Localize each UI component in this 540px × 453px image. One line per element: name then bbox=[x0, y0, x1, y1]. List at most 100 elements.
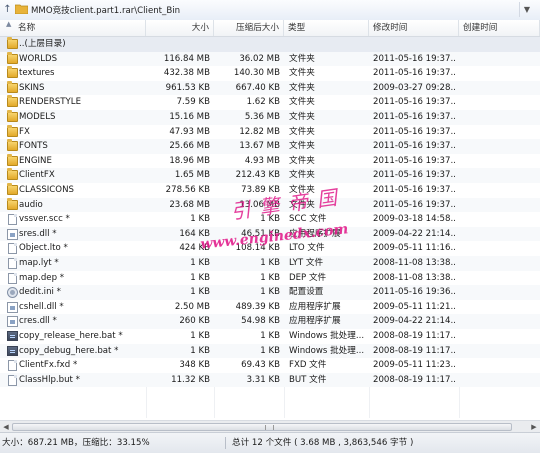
sort-up-icon: ▲ bbox=[6, 20, 12, 28]
file-name: ClientFx.fxd * bbox=[19, 360, 78, 371]
column-name[interactable]: 名称 bbox=[14, 20, 146, 36]
file-name: cres.dll * bbox=[19, 316, 57, 327]
folder-icon bbox=[7, 124, 18, 137]
folder-icon bbox=[7, 139, 18, 152]
folder-row[interactable]: ClientFX 1.65 MB 212.43 KB 文件夹 2011-05-16 19… bbox=[0, 168, 540, 183]
dll-file-icon bbox=[7, 228, 18, 240]
file-modified-time: 2011-05-16 19:37... bbox=[373, 53, 455, 64]
folder-up-icon bbox=[7, 37, 18, 49]
file-size: 1 KB bbox=[190, 258, 210, 268]
file-name: WORLDS bbox=[19, 53, 58, 64]
folder-row[interactable]: ENGINE 18.96 MB 4.93 MB 文件夹 2011-05-16 19:37… bbox=[0, 153, 540, 169]
file-size: 2.50 MB bbox=[174, 301, 210, 312]
grip-icon bbox=[265, 425, 274, 430]
file-type: 文件夹 bbox=[289, 112, 315, 122]
status-bar: 大小：687.21 MB，压缩比：33.15% 总计 12 个文件 ( 3.68… bbox=[0, 432, 540, 453]
file-packed-size: 12.82 MB bbox=[239, 126, 280, 137]
file-size: 116.84 MB bbox=[163, 53, 210, 64]
file-type: 文件夹 bbox=[289, 53, 315, 64]
file-name: Object.lto * bbox=[19, 243, 68, 254]
parent-directory-row[interactable]: ..(上层目录) bbox=[0, 37, 540, 52]
folder-icon bbox=[7, 80, 18, 93]
file-packed-size: 1 KB bbox=[260, 345, 280, 356]
batch-file-icon bbox=[7, 331, 18, 341]
folder-row[interactable]: SKINS 961.53 KB 667.40 KB 文件夹 2009-03-27 09:… bbox=[0, 80, 540, 96]
file-name: audio bbox=[19, 199, 43, 210]
file-modified-time: 2008-08-19 11:17... bbox=[373, 374, 455, 385]
column-packed-size[interactable]: 压缩后大小 bbox=[214, 20, 284, 36]
file-type: FXD 文件 bbox=[289, 360, 327, 371]
file-packed-size: 1 KB bbox=[260, 287, 280, 298]
scrollbar-thumb[interactable] bbox=[12, 423, 512, 431]
file-row[interactable]: ClassHlp.but * 11.32 KB 3.31 KB BUT 文件 2008-… bbox=[0, 372, 540, 388]
file-packed-size: 1 KB bbox=[260, 331, 280, 341]
file-icon bbox=[8, 214, 17, 226]
status-divider bbox=[225, 437, 226, 449]
file-row[interactable]: map.lyt * 1 KB 1 KB LYT 文件 2008-11-08 13:38.… bbox=[0, 256, 540, 271]
file-name: MODELS bbox=[19, 112, 56, 122]
column-modified[interactable]: 修改时间 bbox=[369, 20, 459, 36]
file-row[interactable]: copy_release_here.bat * 1 KB 1 KB Windows 批… bbox=[0, 329, 540, 344]
file-packed-size: 1.62 KB bbox=[246, 97, 280, 108]
scroll-right-icon[interactable]: ▶ bbox=[529, 422, 539, 432]
file-packed-size: 212.43 KB bbox=[235, 170, 280, 181]
file-packed-size: 667.40 KB bbox=[235, 82, 280, 93]
folder-row[interactable]: MODELS 15.16 MB 5.36 MB 文件夹 2011-05-16 19:37… bbox=[0, 110, 540, 125]
file-icon bbox=[8, 272, 17, 284]
file-size: 432.38 MB bbox=[163, 68, 210, 79]
file-modified-time: 2009-03-18 14:58... bbox=[373, 214, 455, 225]
column-type[interactable]: 类型 bbox=[284, 20, 369, 36]
folder-icon bbox=[7, 95, 18, 108]
file-icon bbox=[8, 243, 17, 255]
file-row[interactable]: cres.dll * 260 KB 54.98 KB 应用程序扩展 2009-04-22… bbox=[0, 314, 540, 329]
file-modified-time: 2011-05-16 19:37... bbox=[373, 199, 455, 210]
file-modified-time: 2011-05-16 19:37... bbox=[373, 141, 455, 152]
file-row[interactable]: cshell.dll * 2.50 MB 489.39 KB 应用程序扩展 2009-0… bbox=[0, 299, 540, 315]
file-packed-size: 4.93 MB bbox=[244, 155, 280, 166]
chevron-down-icon[interactable]: ▼ bbox=[519, 2, 534, 17]
folder-icon bbox=[7, 110, 18, 122]
file-modified-time: 2008-08-19 11:17... bbox=[373, 331, 455, 341]
file-row[interactable]: dedit.ini * 1 KB 1 KB 配置设置 2011-05-16 19:36.… bbox=[0, 285, 540, 300]
file-row[interactable]: ClientFx.fxd * 348 KB 69.43 KB FXD 文件 2009-0… bbox=[0, 358, 540, 373]
file-row[interactable]: map.dep * 1 KB 1 KB DEP 文件 2008-11-08 13:38.… bbox=[0, 270, 540, 286]
file-row[interactable]: copy_debug_here.bat * 1 KB 1 KB Windows 批处理… bbox=[0, 343, 540, 359]
folder-row[interactable]: RENDERSTYLE 7.59 KB 1.62 KB 文件夹 2011-05-16 1… bbox=[0, 95, 540, 110]
file-name: ENGINE bbox=[19, 155, 52, 166]
column-created[interactable]: 创建时间 bbox=[459, 20, 540, 36]
file-packed-size: 5.36 MB bbox=[244, 112, 280, 122]
folder-row[interactable]: FX 47.93 MB 12.82 MB 文件夹 2011-05-16 19:37... bbox=[0, 124, 540, 140]
file-size: 1 KB bbox=[190, 287, 210, 298]
file-name: ClassHlp.but * bbox=[19, 374, 80, 385]
file-name: FX bbox=[19, 126, 30, 137]
file-icon bbox=[8, 258, 17, 269]
folder-row[interactable]: WORLDS 116.84 MB 36.02 MB 文件夹 2011-05-16 19:… bbox=[0, 51, 540, 67]
file-size: 7.59 KB bbox=[176, 97, 210, 108]
file-modified-time: 2011-05-16 19:37... bbox=[373, 112, 455, 122]
up-level-icon[interactable]: ↑ bbox=[1, 2, 14, 17]
file-type: 配置设置 bbox=[289, 287, 324, 298]
file-packed-size: 1 KB bbox=[260, 258, 280, 268]
scroll-left-icon[interactable]: ◀ bbox=[1, 422, 11, 432]
file-modified-time: 2009-04-22 21:14... bbox=[373, 316, 455, 327]
file-size: 11.32 KB bbox=[171, 374, 210, 385]
file-modified-time: 2011-05-16 19:37... bbox=[373, 170, 455, 181]
folder-row[interactable]: FONTS 25.66 MB 13.67 MB 文件夹 2011-05-16 19:37… bbox=[0, 139, 540, 154]
folder-row[interactable]: textures 432.38 MB 140.30 MB 文件夹 2011-05-16 … bbox=[0, 66, 540, 81]
folder-icon bbox=[7, 153, 18, 166]
file-size: 47.93 MB bbox=[169, 126, 210, 137]
file-modified-time: 2009-04-22 21:14... bbox=[373, 228, 455, 239]
file-modified-time: 2011-05-16 19:37... bbox=[373, 68, 455, 79]
file-size: 1 KB bbox=[190, 272, 210, 283]
file-icon bbox=[8, 374, 17, 386]
file-modified-time: 2011-05-16 19:37... bbox=[373, 97, 455, 108]
address-bar[interactable]: ↑ MMO竞技client.part1.rar\Client_Bin ▼ bbox=[0, 0, 540, 21]
address-path[interactable]: MMO竞技client.part1.rar\Client_Bin bbox=[31, 4, 180, 16]
file-type: LYT 文件 bbox=[289, 258, 324, 268]
file-list: ..(上层目录) WORLDS 116.84 MB 36.02 MB 文件夹 2011-… bbox=[0, 37, 540, 418]
file-type: 应用程序扩展 bbox=[289, 316, 341, 327]
folder-icon bbox=[15, 4, 28, 14]
column-size[interactable]: 大小 bbox=[146, 20, 214, 36]
file-name: map.lyt * bbox=[19, 258, 59, 268]
file-type: 文件夹 bbox=[289, 82, 315, 93]
